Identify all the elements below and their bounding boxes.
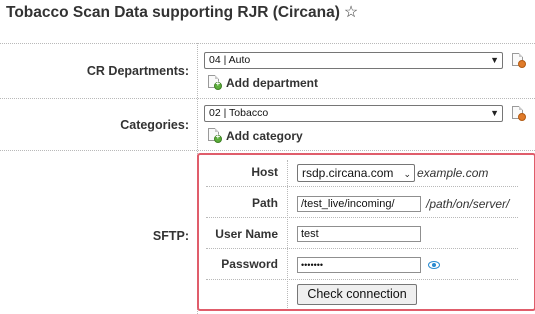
add-department-link[interactable]: Add department bbox=[226, 76, 318, 90]
host-hint: example.com bbox=[417, 166, 489, 180]
host-selected-value: rsdp.circana.com bbox=[302, 166, 394, 180]
sftp-row-divider bbox=[206, 186, 518, 187]
remove-category-icon[interactable] bbox=[512, 106, 526, 121]
categories-selected-value: 02 | Tobacco bbox=[209, 107, 269, 119]
check-connection-button[interactable]: Check connection bbox=[297, 284, 417, 305]
path-input[interactable]: /test_live/incoming/ bbox=[297, 196, 421, 212]
row-divider bbox=[0, 98, 535, 99]
sftp-label: SFTP: bbox=[152, 229, 189, 243]
row-divider bbox=[0, 150, 535, 151]
sftp-column-divider bbox=[287, 160, 288, 308]
host-select[interactable]: rsdp.circana.com ⌄ bbox=[297, 164, 415, 182]
categories-select[interactable]: 02 | Tobacco ▼ bbox=[204, 105, 503, 122]
sftp-row-divider bbox=[206, 279, 518, 280]
sftp-row-divider bbox=[206, 248, 518, 249]
add-category-icon[interactable] bbox=[208, 128, 222, 143]
password-label: Password bbox=[221, 257, 278, 271]
password-input[interactable]: ••••••• bbox=[297, 257, 421, 273]
username-label: User Name bbox=[215, 227, 278, 241]
add-category-link[interactable]: Add category bbox=[226, 129, 303, 143]
cr-departments-label: CR Departments: bbox=[86, 64, 189, 78]
remove-department-icon[interactable] bbox=[512, 53, 526, 68]
chevron-down-icon: ▼ bbox=[490, 108, 499, 118]
categories-label: Categories: bbox=[120, 118, 189, 132]
sftp-row-divider bbox=[206, 217, 518, 218]
chevron-down-icon: ⌄ bbox=[403, 169, 411, 179]
path-hint: /path/on/server/ bbox=[426, 197, 510, 211]
path-label: Path bbox=[251, 196, 278, 210]
page-title-text: Tobacco Scan Data supporting RJR (Circan… bbox=[6, 4, 340, 21]
username-input[interactable]: test bbox=[297, 226, 421, 242]
cr-departments-selected-value: 04 | Auto bbox=[209, 54, 251, 66]
row-divider bbox=[0, 43, 535, 44]
show-password-eye-icon[interactable] bbox=[428, 261, 440, 269]
favorite-star-icon[interactable]: ☆ bbox=[344, 4, 358, 21]
chevron-down-icon: ▼ bbox=[490, 55, 499, 65]
host-label: Host bbox=[251, 165, 278, 179]
page-title: Tobacco Scan Data supporting RJR (Circan… bbox=[6, 2, 358, 22]
cr-departments-select[interactable]: 04 | Auto ▼ bbox=[204, 52, 503, 69]
add-department-icon[interactable] bbox=[208, 75, 222, 90]
